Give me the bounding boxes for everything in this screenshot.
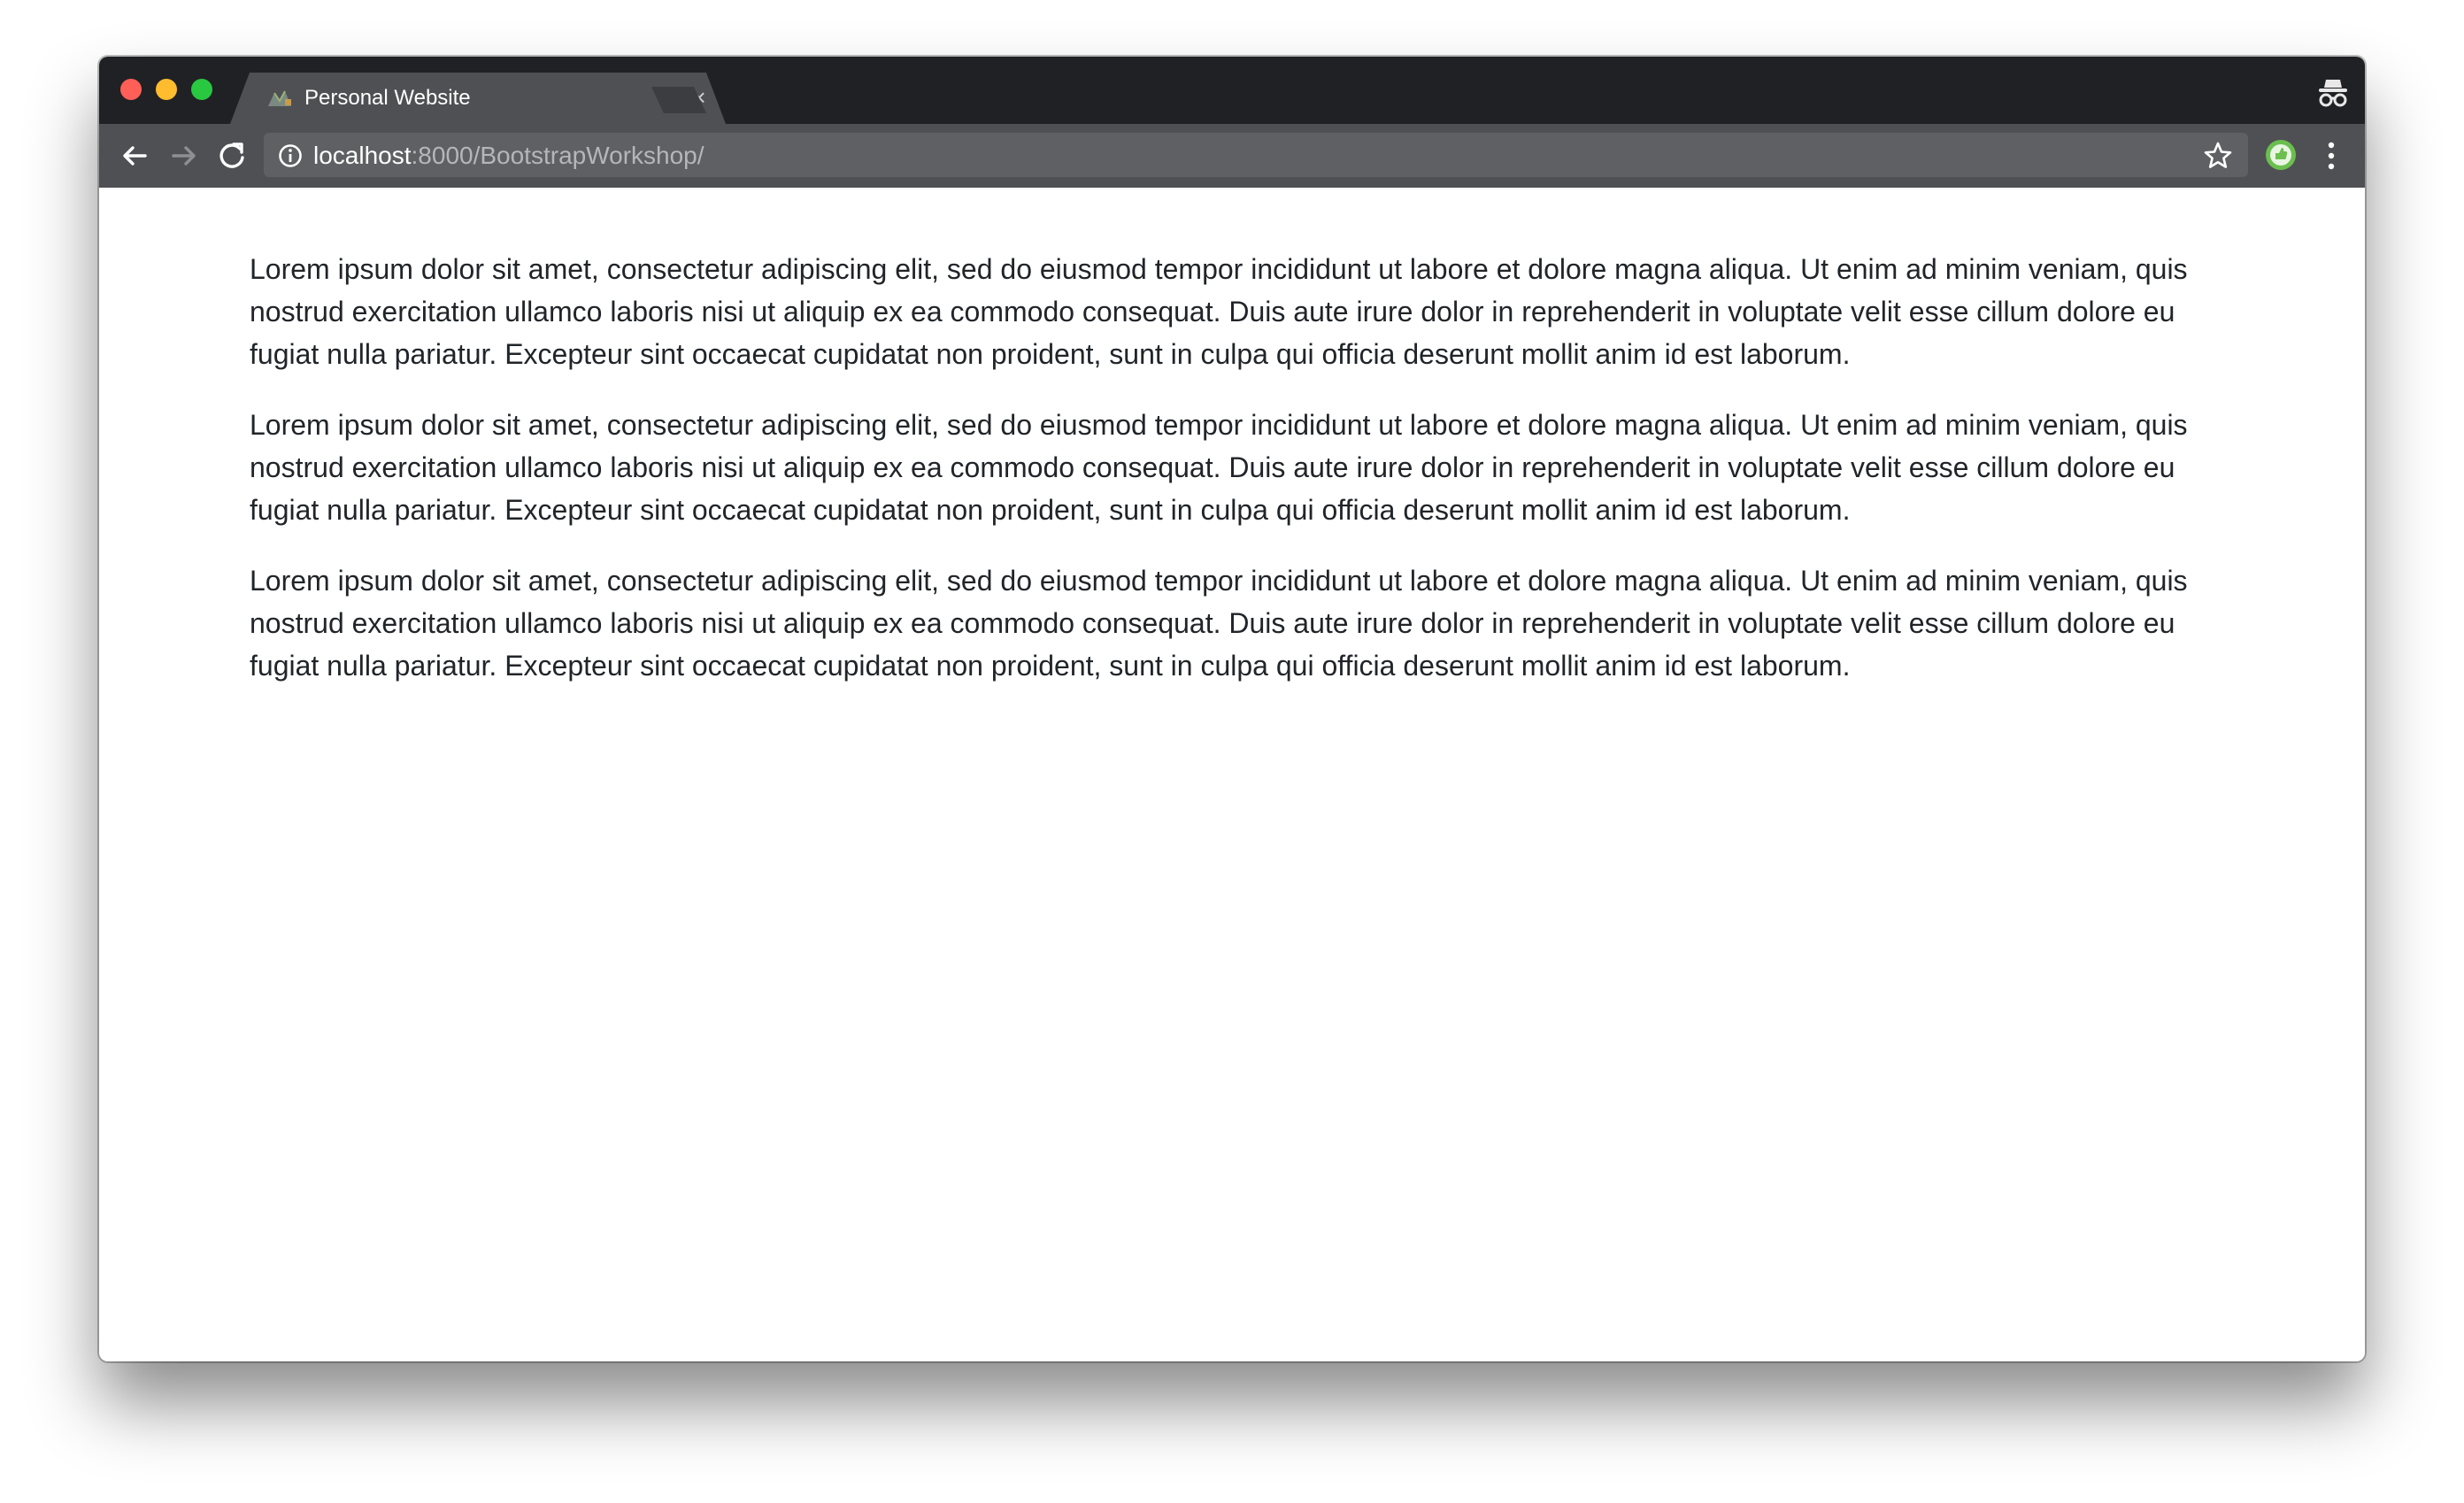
window-maximize-button[interactable] bbox=[191, 79, 212, 100]
desktop-stage: Personal Website × localhost:8000/Bootst… bbox=[0, 0, 2464, 1503]
paragraph: Lorem ipsum dolor sit amet, consectetur … bbox=[250, 409, 2188, 526]
url-path: :8000/BootstrapWorkshop/ bbox=[411, 142, 705, 169]
page-viewport: Lorem ipsum dolor sit amet, consectetur … bbox=[99, 188, 2365, 1361]
address-bar[interactable]: localhost:8000/BootstrapWorkshop/ bbox=[264, 133, 2248, 177]
incognito-icon bbox=[2315, 76, 2351, 108]
paragraph: Lorem ipsum dolor sit amet, consectetur … bbox=[250, 565, 2188, 682]
back-arrow-icon[interactable] bbox=[115, 136, 154, 175]
vertical-dots-icon[interactable] bbox=[2321, 138, 2342, 173]
reload-icon[interactable] bbox=[212, 136, 251, 175]
browser-window: Personal Website × localhost:8000/Bootst… bbox=[99, 57, 2365, 1361]
url-text: localhost:8000/BootstrapWorkshop/ bbox=[313, 141, 705, 171]
page-content: Lorem ipsum dolor sit amet, consectetur … bbox=[250, 248, 2223, 715]
favicon-icon bbox=[266, 89, 294, 110]
info-icon[interactable] bbox=[278, 143, 303, 168]
tab-strip: Personal Website × bbox=[99, 57, 2365, 124]
browser-toolbar: localhost:8000/BootstrapWorkshop/ bbox=[99, 124, 2365, 188]
extension-icon[interactable] bbox=[2264, 138, 2298, 172]
forward-arrow-icon[interactable] bbox=[165, 136, 204, 175]
star-icon[interactable] bbox=[2202, 140, 2234, 172]
window-minimize-button[interactable] bbox=[156, 79, 177, 100]
tab-title: Personal Website bbox=[304, 86, 471, 110]
tab-personal-website[interactable]: Personal Website × bbox=[230, 73, 726, 124]
paragraph: Lorem ipsum dolor sit amet, consectetur … bbox=[250, 253, 2188, 370]
url-host: localhost bbox=[313, 142, 412, 169]
window-close-button[interactable] bbox=[120, 79, 142, 100]
